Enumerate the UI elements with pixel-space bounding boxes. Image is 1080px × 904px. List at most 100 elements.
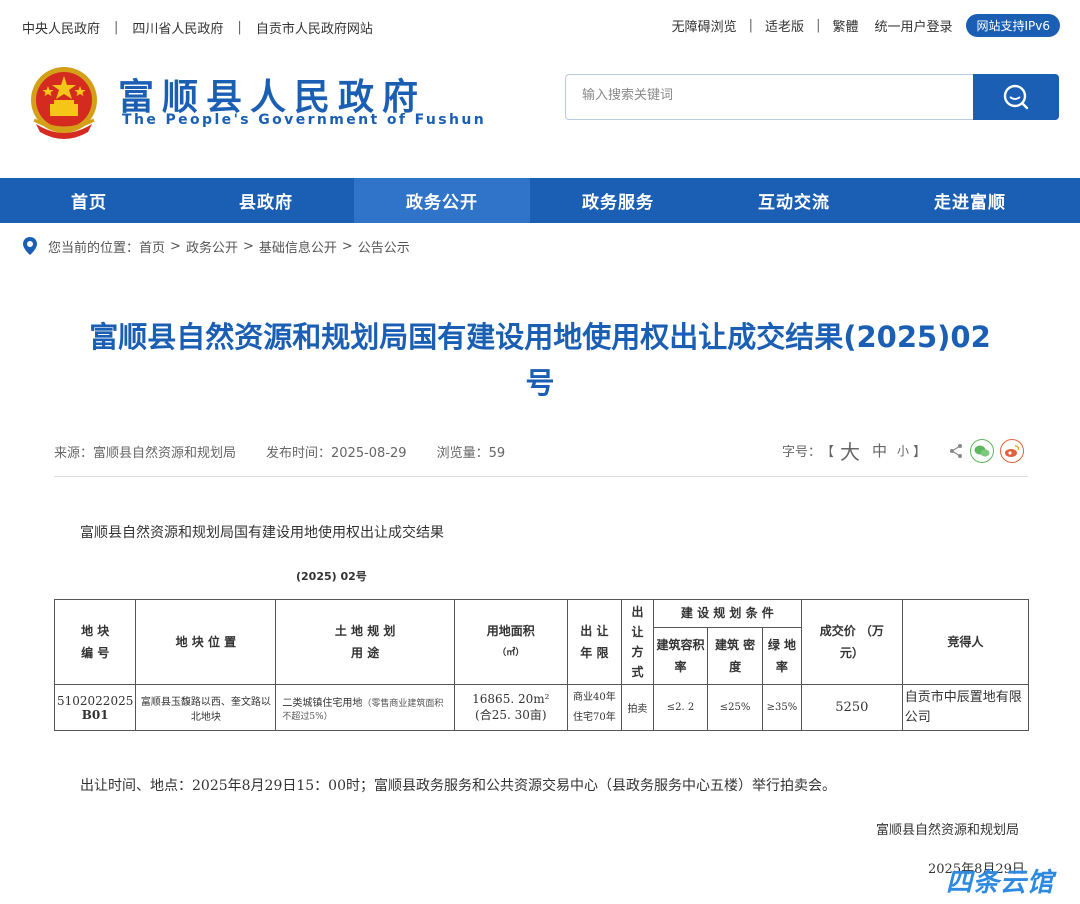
link-zigong-gov[interactable]: 自贡市人民政府网站 [256, 18, 373, 37]
site-subtitle: The People's Government of Fushun [122, 112, 487, 128]
result-table: 地 块 编 号 地 块 位 置 土 地 规 划 用 途 用地面积 （㎡） 出 让… [53, 599, 1030, 731]
header-far: 建筑容积 率 [652, 626, 709, 686]
bracket-left: 【 [821, 445, 835, 460]
table-row: 5102022025 B01 富顺县玉馥路以西、奎文路以北地块 二类城镇住宅用地… [53, 684, 1030, 731]
wechat-glyph-icon [974, 445, 990, 457]
header-use: 土 地 规 划 用 途 [275, 599, 455, 685]
header-method-c3: 方 [631, 645, 644, 659]
header-plot-no-line2: 编 号 [81, 646, 110, 660]
divider [54, 476, 1028, 477]
header-price-line1: 成交价 （万 [819, 624, 884, 638]
cell-term-line2: 住宅70年 [573, 711, 616, 723]
header-conditions: 建 设 规 划 条 件 [652, 599, 802, 628]
link-sichuan-gov[interactable]: 四川省人民政府 [132, 18, 223, 37]
separator: | [114, 20, 119, 35]
accessibility-link[interactable]: 无障碍浏览 [672, 16, 737, 35]
cell-price: 5250 [800, 684, 903, 731]
header-density-line1: 建筑 密 [715, 637, 756, 652]
header-term-line2: 年 限 [580, 646, 609, 660]
link-central-gov[interactable]: 中央人民政府 [22, 18, 100, 37]
font-size-small[interactable]: 小 [897, 442, 909, 459]
font-size-medium[interactable]: 中 [872, 440, 887, 461]
header-location: 地 块 位 置 [135, 599, 277, 685]
search-icon [1003, 84, 1029, 110]
header-method: 出 让 方 式 [621, 599, 654, 685]
breadcrumb-separator: > [341, 238, 353, 254]
article-views: 浏览量：59 [436, 446, 506, 461]
search-input[interactable] [582, 87, 962, 102]
weibo-glyph-icon [1005, 445, 1020, 457]
weibo-icon[interactable] [1000, 439, 1024, 463]
nav-interaction[interactable]: 互动交流 [706, 178, 882, 223]
header-use-line1: 土 地 规 划 [334, 624, 396, 638]
cell-winner: 自贡市中辰置地有限公司 [901, 684, 1030, 731]
header-area-line1: 用地面积 [486, 624, 535, 638]
breadcrumb-gov-affairs[interactable]: 政务公开 [186, 237, 238, 256]
breadcrumb-notices[interactable]: 公告公示 [358, 237, 410, 256]
nav-county-gov[interactable]: 县政府 [178, 178, 354, 223]
location-pin-icon [23, 237, 37, 255]
cell-density: ≤25% [707, 684, 763, 731]
nav-gov-affairs-open[interactable]: 政务公开 [354, 178, 530, 223]
header-term: 出 让 年 限 [566, 599, 623, 685]
signature-org: 富顺县自然资源和规划局 [876, 823, 1020, 838]
header-price-line2: 元） [839, 646, 864, 660]
national-emblem-icon [31, 67, 97, 139]
font-size-large[interactable]: 大 [840, 436, 860, 465]
header-density: 建筑 密 度 [707, 626, 763, 686]
breadcrumb-separator: > [242, 238, 254, 254]
cell-green: ≥35% [761, 684, 802, 731]
separator: | [816, 18, 821, 33]
login-link[interactable]: 统一用户登录 [874, 16, 952, 35]
cell-plot-no-line1: 5102022025 [57, 693, 134, 708]
cell-use-main: 二类城镇住宅用地 [282, 697, 363, 709]
watermark-logo: 四条云馆 [946, 868, 1055, 898]
cell-plot-no: 5102022025 B01 [53, 684, 137, 731]
header-density-line2: 度 [729, 659, 742, 674]
share-tools [948, 439, 1024, 463]
separator: | [748, 18, 754, 33]
separator: | [237, 20, 242, 35]
header-green-line1: 绿 地 [767, 637, 796, 652]
header-plot-no: 地 块 编 号 [53, 599, 137, 685]
bracket-right: 】 [913, 445, 927, 460]
share-icon[interactable] [948, 443, 964, 459]
header-use-line2: 用 途 [351, 646, 380, 660]
breadcrumb: 您当前的位置： 首页 > 政务公开 > 基础信息公开 > 公告公示 [22, 236, 410, 256]
nav-gov-services[interactable]: 政务服务 [530, 178, 706, 223]
article-date: 发布时间：2025-08-29 [266, 446, 407, 461]
header-price: 成交价 （万 元） [800, 599, 903, 685]
top-bar: 中央人民政府 | 四川省人民政府 | 自贡市人民政府网站 无障碍浏览 | 适老版… [0, 0, 1080, 52]
breadcrumb-home[interactable]: 首页 [139, 237, 165, 256]
header-area-unit: （㎡） [497, 648, 525, 658]
header-area: 用地面积 （㎡） [453, 599, 568, 685]
wechat-icon[interactable] [970, 439, 994, 463]
content-number: (2025) 02号 [296, 570, 367, 583]
header-green: 绿 地 率 [761, 626, 802, 686]
cell-use: 二类城镇住宅用地（零售商业建筑面积不超过5%） [275, 684, 455, 731]
elderly-mode-link[interactable]: 适老版 [765, 16, 804, 35]
header-winner: 竞得人 [901, 599, 1030, 685]
header-green-line2: 率 [775, 659, 788, 674]
nav-home[interactable]: 首页 [0, 178, 178, 223]
cell-method: 拍卖 [621, 684, 654, 731]
font-size-label: 字号： [782, 445, 822, 460]
content-heading: 富顺县自然资源和规划局国有建设用地使用权出让成交结果 [80, 525, 444, 541]
header-term-line1: 出 让 [580, 624, 609, 638]
cell-far: ≤2. 2 [652, 684, 709, 731]
top-tools: 无障碍浏览 | 适老版 | 繁體 统一用户登录 网站支持IPv6 [672, 14, 1060, 37]
nav-about-fushun[interactable]: 走进富顺 [882, 178, 1058, 223]
search-button[interactable] [973, 74, 1059, 120]
main-nav: 首页 县政府 政务公开 政务服务 互动交流 走进富顺 [0, 178, 1080, 223]
header-far-line1: 建筑容积 [656, 637, 705, 652]
traditional-chinese-link[interactable]: 繁體 [832, 16, 858, 35]
breadcrumb-basic-info[interactable]: 基础信息公开 [259, 237, 337, 256]
cell-plot-no-line2: B01 [81, 707, 109, 722]
top-links: 中央人民政府 | 四川省人民政府 | 自贡市人民政府网站 [22, 18, 373, 37]
cell-location: 富顺县玉馥路以西、奎文路以北地块 [135, 684, 277, 731]
header-method-c4: 式 [631, 665, 644, 679]
breadcrumb-prefix: 您当前的位置： [48, 240, 140, 256]
search-box [565, 74, 1059, 120]
article-meta: 来源：富顺县自然资源和规划局 发布时间：2025-08-29 浏览量：59 [54, 442, 535, 461]
article-title: 富顺县自然资源和规划局国有建设用地使用权出让成交结果(2025)02 号 [60, 314, 1020, 406]
